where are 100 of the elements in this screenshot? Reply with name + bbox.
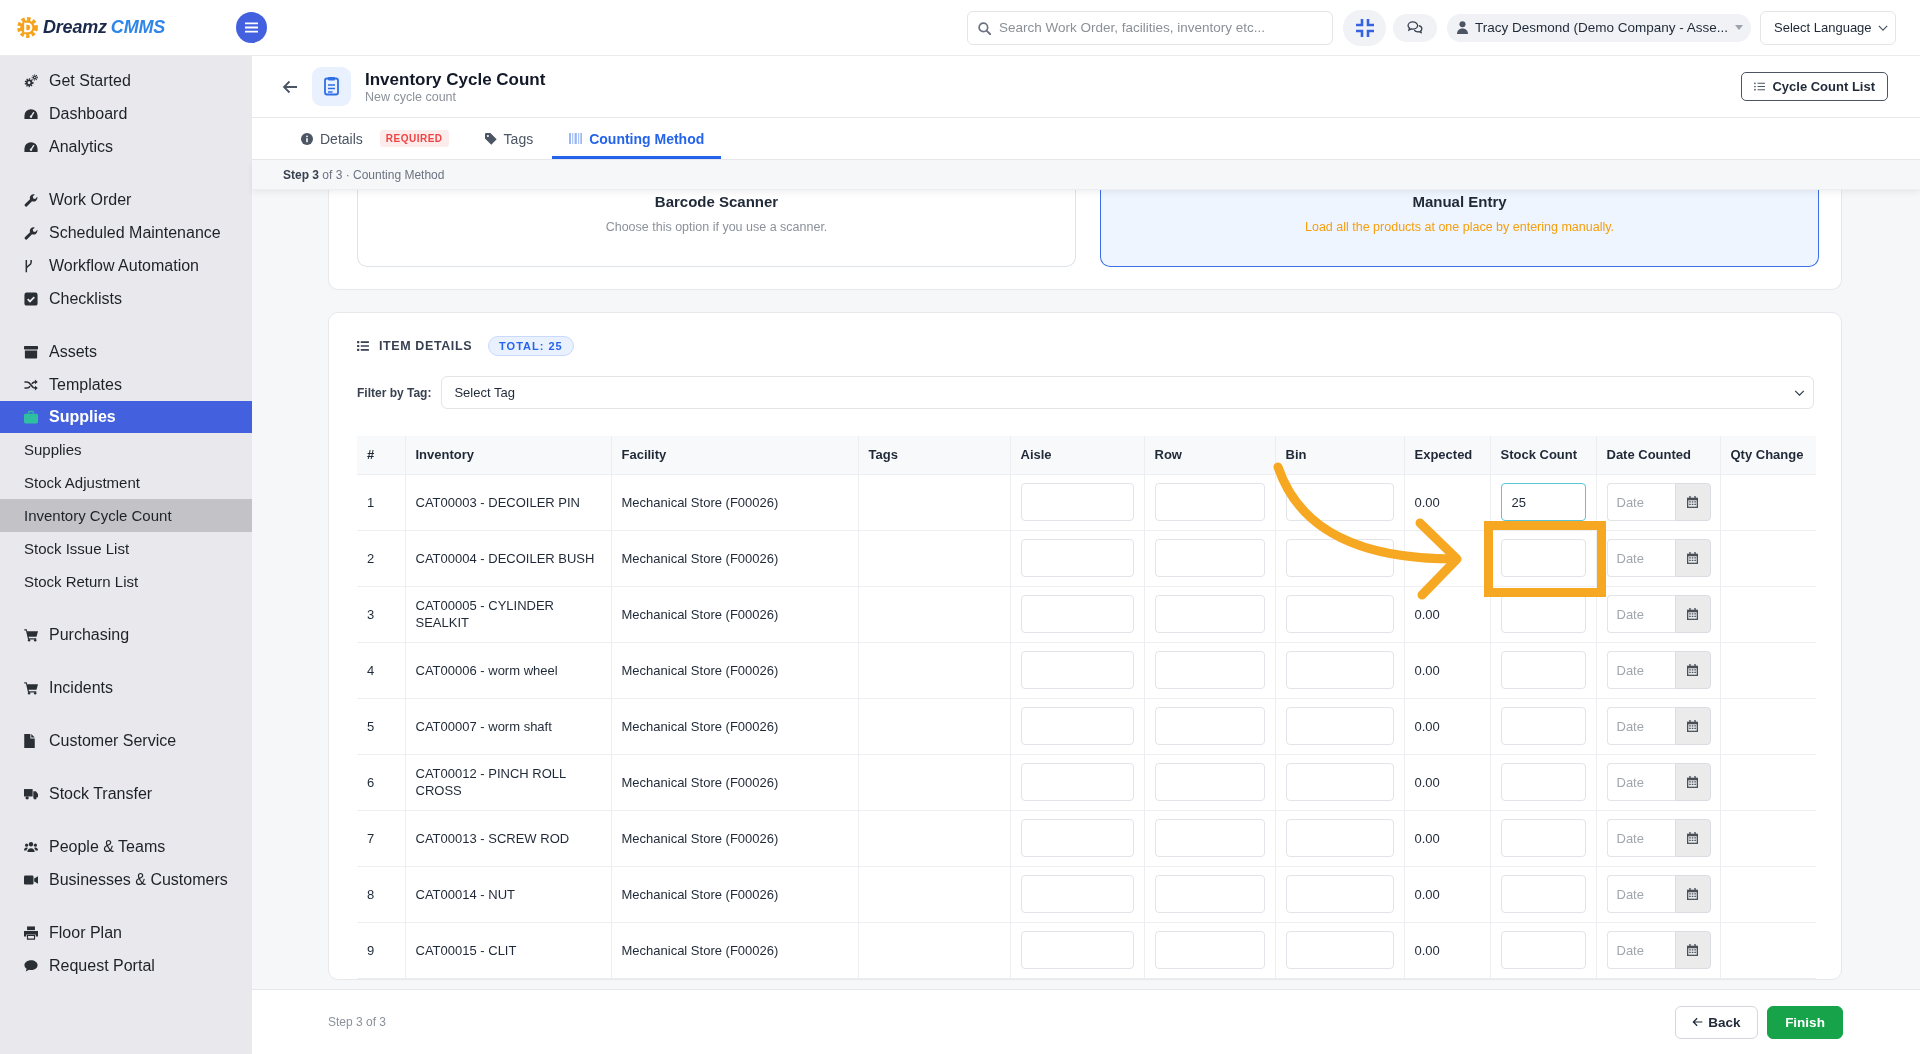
- text-field[interactable]: [1020, 931, 1134, 969]
- date-field[interactable]: Date: [1606, 819, 1675, 857]
- calendar-button[interactable]: [1674, 539, 1711, 577]
- text-field[interactable]: [1020, 595, 1134, 633]
- sidebar-item[interactable]: Stock Transfer: [0, 777, 252, 810]
- date-field[interactable]: Date: [1606, 651, 1675, 689]
- text-field[interactable]: [1154, 875, 1265, 913]
- calendar-button[interactable]: [1674, 819, 1711, 857]
- sidebar-subitem[interactable]: Stock Adjustment: [0, 466, 252, 499]
- text-field[interactable]: [1154, 651, 1265, 689]
- calendar-button[interactable]: [1674, 763, 1711, 801]
- list-icon: [357, 341, 369, 351]
- sidebar-subitem[interactable]: Supplies: [0, 433, 252, 466]
- text-field[interactable]: [1285, 707, 1394, 745]
- calendar-button[interactable]: [1674, 875, 1711, 913]
- sidebar-item[interactable]: Work Order: [0, 183, 252, 216]
- text-field[interactable]: [1154, 819, 1265, 857]
- count-field[interactable]: [1500, 595, 1586, 633]
- sidebar-item[interactable]: Assets: [0, 335, 252, 368]
- sidebar-item[interactable]: Scheduled Maintenance: [0, 216, 252, 249]
- clipboard-icon: [312, 67, 351, 106]
- table-cell: CAT00005 - CYLINDER SEALKIT: [415, 598, 554, 630]
- text-field[interactable]: [1020, 763, 1134, 801]
- search-field[interactable]: Search Work Order, facilities, inventory etc...: [967, 10, 1333, 45]
- text-field[interactable]: [1285, 595, 1394, 633]
- tag-icon: [484, 132, 497, 145]
- text-field[interactable]: [1154, 483, 1265, 521]
- chat-button[interactable]: [1393, 13, 1437, 42]
- text-field[interactable]: [1020, 875, 1134, 913]
- table-cell: 0.00: [1414, 774, 1440, 790]
- count-field[interactable]: [1500, 931, 1586, 969]
- truck-icon: [24, 786, 38, 801]
- date-field[interactable]: Date: [1606, 763, 1675, 801]
- text-field[interactable]: [1285, 651, 1394, 689]
- text-field[interactable]: [1020, 819, 1134, 857]
- text-field[interactable]: [1285, 819, 1394, 857]
- tab[interactable]: Details REQUIRED: [284, 118, 466, 159]
- back-button[interactable]: [282, 79, 298, 94]
- sidebar-item[interactable]: Purchasing: [0, 618, 252, 651]
- sidebar-item[interactable]: Dashboard: [0, 97, 252, 130]
- menu-button[interactable]: [236, 12, 267, 43]
- calendar-button[interactable]: [1674, 651, 1711, 689]
- date-field[interactable]: Date: [1606, 875, 1675, 913]
- sidebar-item[interactable]: Floor Plan: [0, 916, 252, 949]
- calendar-icon: [1687, 776, 1698, 788]
- language-select[interactable]: Select Language: [1760, 10, 1896, 45]
- text-field[interactable]: [1154, 595, 1265, 633]
- sidebar-item[interactable]: Checklists: [0, 282, 252, 315]
- sidebar-subitem[interactable]: Stock Return List: [0, 565, 252, 598]
- sidebar-item[interactable]: Templates: [0, 368, 252, 401]
- tag-select[interactable]: Select Tag: [441, 376, 1814, 409]
- printer-icon: [24, 925, 38, 940]
- sidebar-subitem[interactable]: Inventory Cycle Count: [0, 499, 252, 532]
- sidebar-item[interactable]: People & Teams: [0, 830, 252, 863]
- text-field[interactable]: [1154, 763, 1265, 801]
- sidebar-item[interactable]: Request Portal: [0, 949, 252, 982]
- count-field[interactable]: [1500, 819, 1586, 857]
- count-field[interactable]: [1500, 539, 1586, 577]
- sidebar-item[interactable]: Businesses & Customers: [0, 863, 252, 896]
- method-option[interactable]: Barcode Scanner Choose this option if you use a scanner.: [357, 190, 1076, 267]
- date-field[interactable]: Date: [1606, 707, 1675, 745]
- cycle-count-list-button[interactable]: Cycle Count List: [1741, 72, 1888, 101]
- method-option[interactable]: Manual Entry Load all the products at one place by entering manually.: [1100, 190, 1819, 267]
- count-field[interactable]: [1500, 707, 1586, 745]
- sidebar-item[interactable]: Incidents: [0, 671, 252, 704]
- date-field[interactable]: Date: [1606, 539, 1675, 577]
- sidebar-item[interactable]: Analytics: [0, 130, 252, 163]
- sidebar-item[interactable]: Get Started: [0, 64, 252, 97]
- calendar-button[interactable]: [1674, 595, 1711, 633]
- count-field[interactable]: 25: [1500, 483, 1586, 521]
- sidebar-item[interactable]: Supplies: [0, 401, 252, 433]
- cart-icon: [24, 627, 38, 642]
- sidebar-item[interactable]: Customer Service: [0, 724, 252, 757]
- text-field[interactable]: [1154, 539, 1265, 577]
- count-field[interactable]: [1500, 875, 1586, 913]
- text-field[interactable]: [1020, 651, 1134, 689]
- date-field[interactable]: Date: [1606, 931, 1675, 969]
- text-field[interactable]: [1154, 931, 1265, 969]
- column-header: Aisle: [1010, 436, 1144, 474]
- count-field[interactable]: [1500, 763, 1586, 801]
- text-field[interactable]: [1154, 707, 1265, 745]
- text-field[interactable]: [1020, 707, 1134, 745]
- user-menu[interactable]: Tracy Desmond (Demo Company - Asse...: [1447, 13, 1751, 42]
- text-field[interactable]: [1020, 539, 1134, 577]
- text-field[interactable]: [1285, 483, 1394, 521]
- date-field[interactable]: Date: [1606, 483, 1675, 521]
- tab[interactable]: Tags: [467, 118, 551, 159]
- text-field[interactable]: [1285, 931, 1394, 969]
- text-field[interactable]: [1285, 875, 1394, 913]
- text-field[interactable]: [1285, 763, 1394, 801]
- text-field[interactable]: [1020, 483, 1134, 521]
- sidebar-subitem[interactable]: Stock Issue List: [0, 532, 252, 565]
- date-field[interactable]: Date: [1606, 595, 1675, 633]
- calendar-button[interactable]: [1674, 931, 1711, 969]
- compress-button[interactable]: [1343, 9, 1386, 46]
- back-button[interactable]: Back: [1675, 1005, 1758, 1039]
- sidebar-item[interactable]: Workflow Automation: [0, 249, 252, 282]
- calendar-button[interactable]: [1674, 707, 1711, 745]
- count-field[interactable]: [1500, 651, 1586, 689]
- calendar-button[interactable]: [1674, 483, 1711, 521]
